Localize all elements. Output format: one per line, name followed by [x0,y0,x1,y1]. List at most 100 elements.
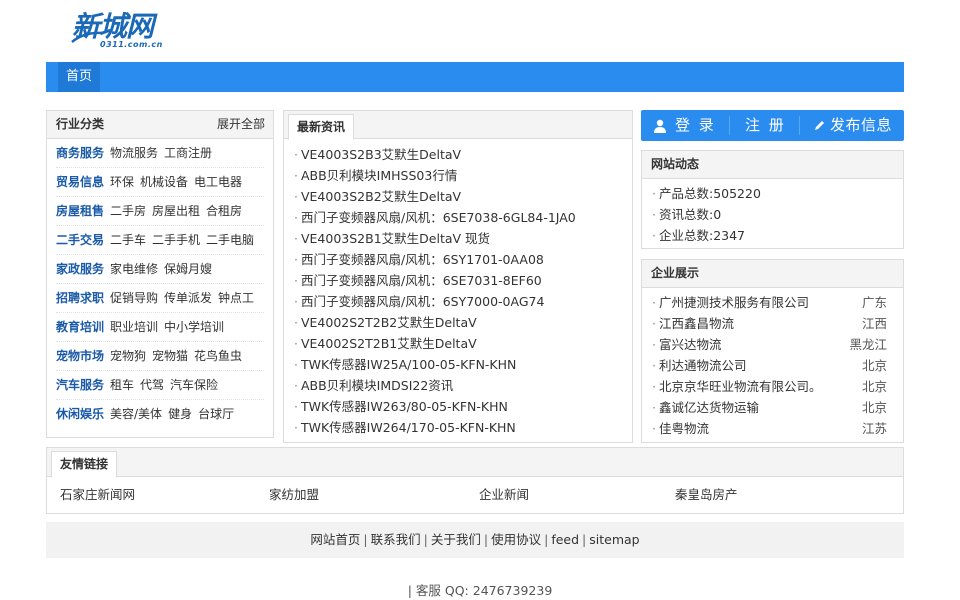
customer-service-qq: | 客服 QQ: 2476739239 [407,583,553,598]
footer-link[interactable]: sitemap [589,532,639,547]
category-sub-link[interactable]: 促销导购 [110,291,158,305]
category-heading-link[interactable]: 贸易信息 [56,175,104,189]
category-sub-link[interactable]: 美容/美体 [110,407,162,421]
bullet-dot: · [294,189,298,204]
company-link[interactable]: 广州捷测技术服务有限公司 [659,295,809,310]
nav-home[interactable]: 首页 [58,62,101,92]
news-tab-bar: 最新资讯 [284,111,632,140]
category-sub-link[interactable]: 传单派发 [164,291,212,305]
category-sub-link[interactable]: 代驾 [140,378,164,392]
news-link[interactable]: VE4003S2B1艾默生DeltaV 现货 [301,231,490,246]
news-link[interactable]: 西门子变频器风扇/风机：6SE7031-8EF60 [301,273,542,288]
friend-link[interactable]: 石家庄新闻网 [60,484,135,503]
news-link[interactable]: VE4003S2B3艾默生DeltaV [301,147,461,162]
category-heading-link[interactable]: 教育培训 [56,320,104,334]
news-link[interactable]: VE4002S2T2B2艾默生DeltaV [301,315,477,330]
category-row: 商务服务 物流服务 工商注册 [56,139,264,168]
category-heading-link[interactable]: 商务服务 [56,146,104,160]
tab-latest-news[interactable]: 最新资讯 [288,114,355,140]
category-heading-link[interactable]: 招聘求职 [56,291,104,305]
category-sub-link[interactable]: 二手电脑 [206,233,254,247]
login-button[interactable]: 登 录 [653,110,716,141]
category-sub-link[interactable]: 二手手机 [152,233,200,247]
category-row: 二手交易 二手车 二手手机 二手电脑 [56,226,264,255]
main-nav: 首页 [46,62,904,92]
footer-link[interactable]: 联系我们 [371,532,421,547]
company-link[interactable]: 江西鑫昌物流 [659,316,734,331]
news-link[interactable]: TWK传感器IW263/80-05-KFN-KHN [301,399,508,414]
company-item: · 佳粤物流 江苏 [652,418,893,439]
category-sub-link[interactable]: 保姆月嫂 [164,262,212,276]
category-sub-link[interactable]: 钟点工 [218,291,254,305]
footer-link[interactable]: 使用协议 [491,532,541,547]
news-link[interactable]: ABB贝利模块IMDSI22资讯 [301,378,453,393]
category-sub-link[interactable]: 房屋出租 [152,204,200,218]
news-link[interactable]: ABB贝利模块IMHSS03行情 [301,168,457,183]
category-panel: 行业分类 展开全部 商务服务 物流服务 工商注册 贸易信息 环保 机械设备 电工电器 房屋租售… [46,110,274,438]
category-heading-link[interactable]: 汽车服务 [56,378,104,392]
category-heading-link[interactable]: 宠物市场 [56,349,104,363]
company-link[interactable]: 富兴达物流 [659,337,722,352]
footer-separator: | [363,532,368,547]
login-label: 登 录 [675,116,716,134]
category-sub-link[interactable]: 健身 [168,407,192,421]
stat-text: 产品总数:505220 [658,186,761,201]
category-heading-link[interactable]: 房屋租售 [56,204,104,218]
category-sub-link[interactable]: 租车 [110,378,134,392]
news-link[interactable]: 西门子变频器风扇/风机：6SY1701-0AA08 [301,252,544,267]
bullet-dot: · [652,400,656,415]
company-panel: 企业展示 · 广州捷测技术服务有限公司 广东 · 江西鑫昌物流 江西 · 富兴达物流 黑龙江 · 利… [641,259,904,443]
news-link[interactable]: VE4002S2T2B1艾默生DeltaV [301,336,477,351]
friend-link[interactable]: 秦皇岛房产 [675,484,738,503]
company-list: · 广州捷测技术服务有限公司 广东 · 江西鑫昌物流 江西 · 富兴达物流 黑龙江 · 利达通物流公… [642,288,903,439]
footer-link[interactable]: 网站首页 [310,532,360,547]
news-link[interactable]: VE4003S2B2艾默生DeltaV [301,189,461,204]
footer-link[interactable]: 关于我们 [431,532,481,547]
category-heading-link[interactable]: 二手交易 [56,233,104,247]
category-sub-link[interactable]: 二手房 [110,204,146,218]
register-button[interactable]: 注 册 [745,110,786,141]
category-sub-link[interactable]: 宠物猫 [152,349,188,363]
company-link[interactable]: 鑫诚亿达货物运输 [659,400,759,415]
category-sub-link[interactable]: 环保 [110,175,134,189]
news-item: · VE4003S2B2艾默生DeltaV [294,186,622,207]
company-link[interactable]: 利达通物流公司 [659,358,747,373]
bullet-dot: · [652,295,656,310]
news-link[interactable]: TWK传感器IW25A/100-05-KFN-KHN [301,357,516,372]
friend-link[interactable]: 家纺加盟 [269,484,319,503]
footer-separator: | [544,532,549,547]
expand-all-link[interactable]: 展开全部 [217,111,265,138]
category-sub-link[interactable]: 工商注册 [164,146,212,160]
company-item: · 富兴达物流 黑龙江 [652,334,893,355]
category-sub-link[interactable]: 电工电器 [194,175,242,189]
publish-button[interactable]: 发布信息 [813,110,892,141]
news-link[interactable]: 西门子变频器风扇/风机：6SY7000-0AG74 [301,294,544,309]
category-heading-link[interactable]: 休闲娱乐 [56,407,104,421]
news-link[interactable]: 西门子变频器风扇/风机：6SE7038-6GL84-1JA0 [301,210,576,225]
bullet-dot: · [652,358,656,373]
category-sub-link[interactable]: 宠物狗 [110,349,146,363]
stat-text: 资讯总数:0 [658,207,722,222]
company-location: 北京 [861,400,887,415]
footer-link[interactable]: feed [551,532,579,547]
category-sub-link[interactable]: 中小学培训 [164,320,224,334]
category-sub-link[interactable]: 机械设备 [140,175,188,189]
company-link[interactable]: 北京京华旺业物流有限公司。 [659,379,822,394]
company-link[interactable]: 佳粤物流 [659,421,709,436]
category-sub-link[interactable]: 家电维修 [110,262,158,276]
category-heading-link[interactable]: 家政服务 [56,262,104,276]
site-logo[interactable]: 新城网 0311.com.cn [71,12,172,52]
footer-separator: | [483,532,489,547]
logo-domain: 0311.com.cn [100,40,163,49]
category-sub-link[interactable]: 台球厅 [198,407,234,421]
category-sub-link[interactable]: 物流服务 [110,146,158,160]
company-item: · 利达通物流公司 北京 [652,355,893,376]
category-sub-link[interactable]: 汽车保险 [170,378,218,392]
category-sub-link[interactable]: 二手车 [110,233,146,247]
category-sub-link[interactable]: 职业培训 [110,320,158,334]
friend-link[interactable]: 企业新闻 [479,484,529,503]
category-sub-link[interactable]: 花鸟鱼虫 [194,349,242,363]
news-link[interactable]: TWK传感器IW264/170-05-KFN-KHN [301,420,516,435]
friend-links-header: 友情链接 [47,448,903,478]
category-sub-link[interactable]: 合租房 [206,204,242,218]
